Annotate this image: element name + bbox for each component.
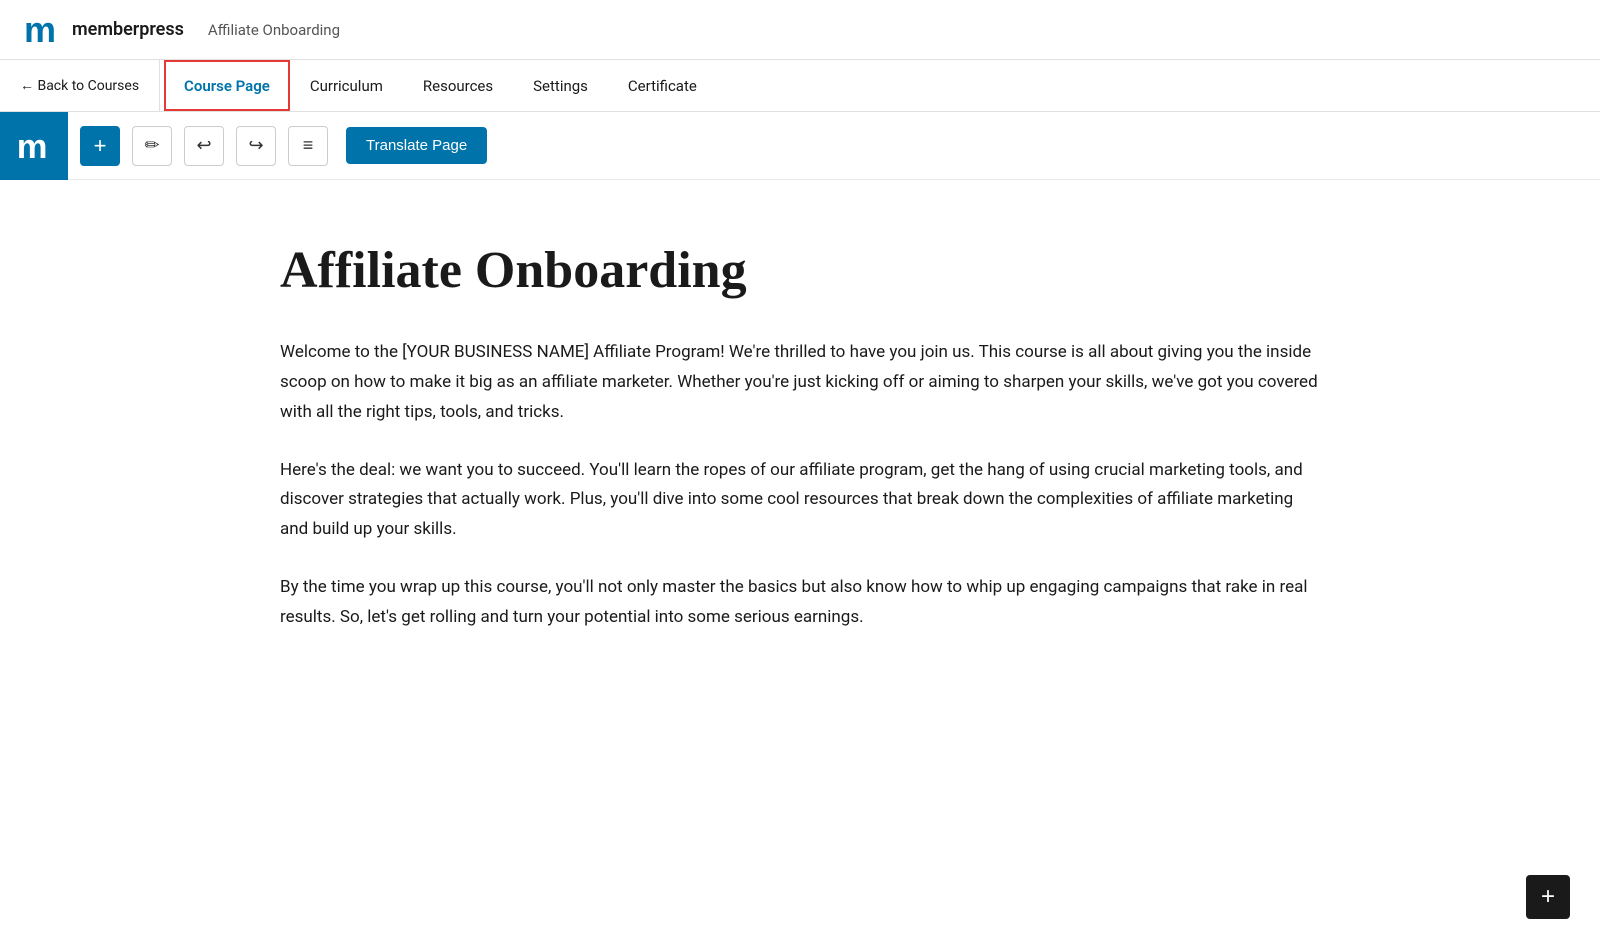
brand: m memberpress: [20, 8, 184, 52]
redo-icon: ↪: [248, 135, 263, 156]
redo-button[interactable]: ↪: [236, 126, 276, 166]
toolbar: m + ✏ ↩ ↪ ≡ Translate Page: [0, 112, 1600, 180]
tab-certificate[interactable]: Certificate: [608, 60, 717, 111]
svg-text:m: m: [17, 128, 48, 165]
bottom-add-button[interactable]: +: [1526, 875, 1570, 919]
tab-resources[interactable]: Resources: [403, 60, 513, 111]
undo-icon: ↩: [196, 135, 211, 156]
memberpress-logo: m: [20, 8, 64, 52]
paragraph-1: Welcome to the [YOUR BUSINESS NAME] Affi…: [280, 338, 1320, 427]
paragraph-3: By the time you wrap up this course, you…: [280, 573, 1320, 633]
back-to-courses-link[interactable]: ← Back to Courses: [0, 60, 160, 111]
tab-nav: ← Back to Courses Course Page Curriculum…: [0, 60, 1600, 112]
tab-curriculum[interactable]: Curriculum: [290, 60, 403, 111]
undo-button[interactable]: ↩: [184, 126, 224, 166]
tab-course-page[interactable]: Course Page: [164, 60, 290, 111]
svg-text:m: m: [24, 9, 56, 50]
page-heading: Affiliate Onboarding: [280, 240, 1320, 302]
toolbar-mp-logo: m: [0, 112, 68, 180]
mp-logo-icon: m: [15, 127, 53, 165]
menu-button[interactable]: ≡: [288, 126, 328, 166]
top-nav: m memberpress Affiliate Onboarding: [0, 0, 1600, 60]
plus-icon: +: [94, 133, 107, 159]
translate-page-button[interactable]: Translate Page: [346, 127, 487, 164]
tab-items: Course Page Curriculum Resources Setting…: [160, 60, 717, 111]
edit-button[interactable]: ✏: [132, 126, 172, 166]
tab-settings[interactable]: Settings: [513, 60, 608, 111]
add-block-button[interactable]: +: [80, 126, 120, 166]
main-content: Affiliate Onboarding Welcome to the [YOU…: [200, 180, 1400, 740]
bottom-plus-icon: +: [1541, 883, 1555, 911]
brand-name: memberpress: [72, 19, 184, 40]
hamburger-icon: ≡: [303, 135, 314, 156]
paragraph-2: Here's the deal: we want you to succeed.…: [280, 456, 1320, 545]
course-title-nav: Affiliate Onboarding: [208, 21, 340, 39]
pencil-icon: ✏: [144, 135, 159, 156]
